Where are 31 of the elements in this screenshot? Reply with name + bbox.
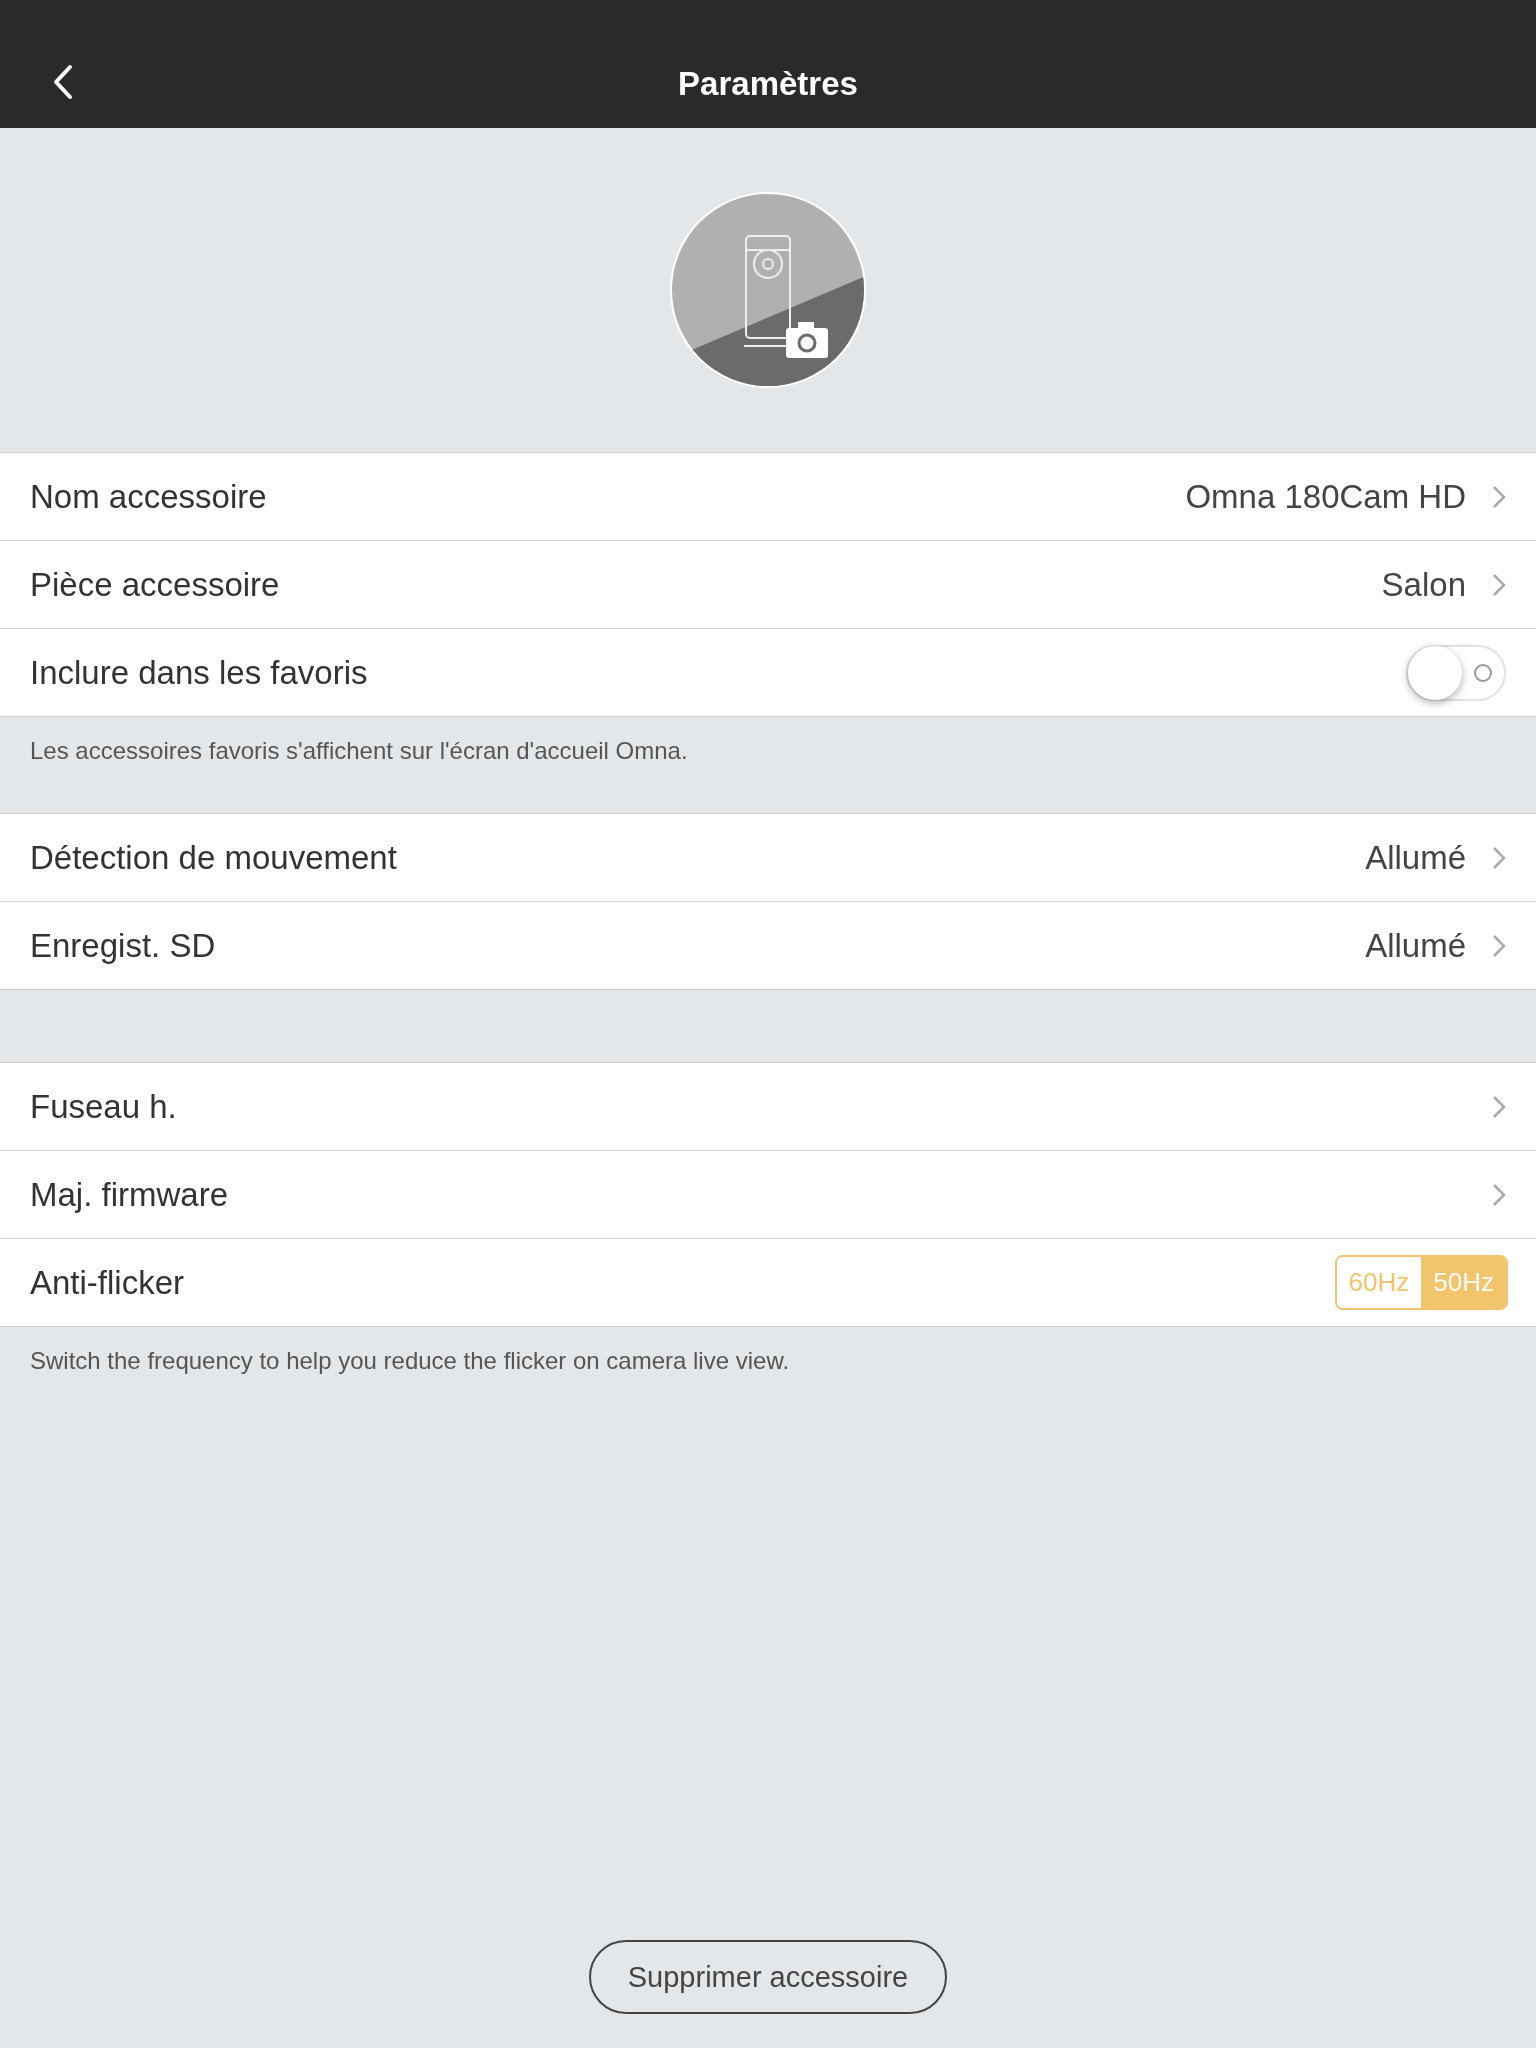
settings-row[interactable]: Enregist. SD Allumé [0,901,1536,989]
row-label: Anti-flicker [30,1263,186,1302]
row-label: Détection de mouvement [30,838,398,877]
settings-row[interactable]: Pièce accessoire Salon [0,540,1536,628]
row-label: Nom accessoire [30,477,268,516]
chevron-icon [1492,933,1506,958]
row-value: Omna 180Cam HD [1185,477,1466,516]
back-icon [52,64,74,100]
settings-row[interactable]: Détection de mouvement Allumé [0,814,1536,901]
chevron-icon [1492,845,1506,870]
row-value: Salon [1381,565,1466,604]
settings-row[interactable]: Maj. firmware [0,1150,1536,1238]
row-label: Fuseau h. [30,1087,178,1126]
row-label: Pièce accessoire [30,565,281,604]
chevron-icon [1492,484,1506,509]
row-label: Maj. firmware [30,1175,230,1214]
camera-avatar-icon[interactable] [668,190,868,390]
chevron-icon [1492,1094,1506,1119]
settings-row[interactable]: Fuseau h. [0,1063,1536,1150]
row-value: Allumé [1365,926,1466,965]
row-label: Enregist. SD [30,926,217,965]
settings-row[interactable]: Nom accessoire Omna 180Cam HD [0,453,1536,540]
row-label: Inclure dans les favoris [30,653,369,692]
chevron-icon [1492,1182,1506,1207]
favorites-toggle[interactable] [1406,644,1506,701]
delete-accessory-button[interactable]: Supprimer accessoire [589,1940,947,2014]
section-footer: Switch the frequency to help you reduce the flicker on camera live view. [0,1327,1536,1423]
screen-title: Paramètres [678,65,858,103]
section-footer: Les accessoires favoris s'affichent sur l'écran d'accueil Omna. [0,717,1536,813]
chevron-icon [1492,572,1506,597]
row-value: Allumé [1365,838,1466,877]
